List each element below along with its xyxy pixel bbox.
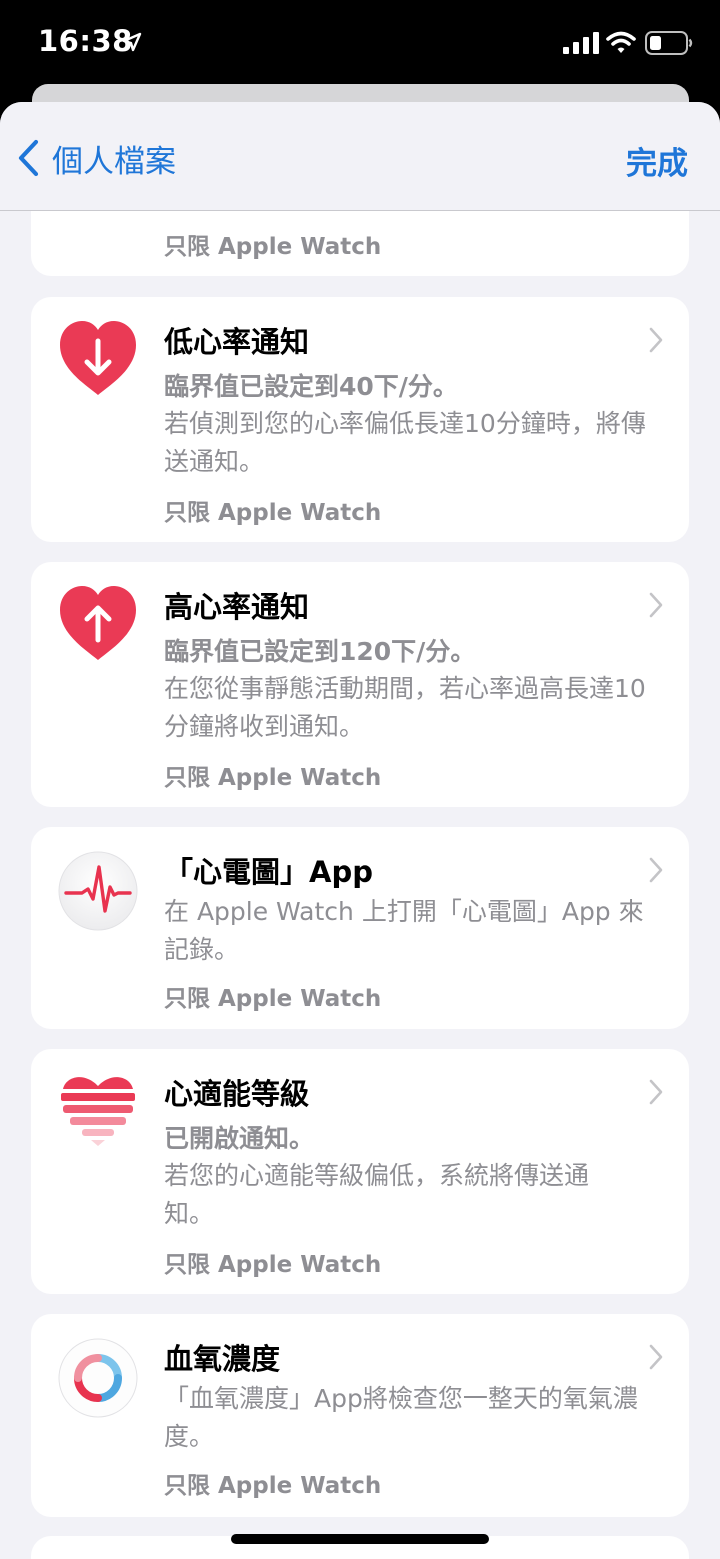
card-description: 若您的心適能等級偏低，系統將傳送通知。 <box>164 1161 590 1228</box>
back-button[interactable]: 個人檔案 <box>16 138 176 180</box>
battery-icon <box>645 31 693 55</box>
cardio-fitness-card[interactable]: 心適能等級 已開啟通知。 若您的心適能等級偏低，系統將傳送通知。 只限 Appl… <box>31 1049 689 1294</box>
card-title: 「心電圖」App <box>164 855 373 889</box>
only-apple-watch-label: 只限 Apple Watch <box>164 986 382 1012</box>
cellular-signal-icon <box>563 32 599 54</box>
status-bar: 16:38 <box>0 0 720 90</box>
only-apple-watch-label: 只限 Apple Watch <box>164 234 382 260</box>
ecg-app-card[interactable]: 「心電圖」App 在 Apple Watch 上打開「心電圖」App 來記錄。 … <box>31 827 689 1029</box>
blood-oxygen-card[interactable]: 血氧濃度 「血氧濃度」App將檢查您一整天的氧氣濃度。 只限 Apple Wat… <box>31 1314 689 1517</box>
status-time: 16:38 <box>38 24 133 58</box>
done-button[interactable]: 完成 <box>626 138 688 183</box>
card-description: 在 Apple Watch 上打開「心電圖」App 來記錄。 <box>164 897 644 964</box>
chevron-left-icon <box>18 139 39 177</box>
heart-arrow-down-icon <box>60 321 136 395</box>
only-apple-watch-label: 只限 Apple Watch <box>164 765 382 791</box>
card-description: 在您從事靜態活動期間，若心率過高長達10分鐘將收到通知。 <box>164 674 646 741</box>
heart-arrow-up-icon <box>60 586 136 660</box>
chevron-right-icon <box>649 327 663 353</box>
card-title: 心適能等級 <box>164 1077 310 1111</box>
card-title: 高心率通知 <box>164 590 310 624</box>
chevron-right-icon <box>649 1079 663 1105</box>
cardio-fitness-icon <box>61 1077 135 1146</box>
chevron-right-icon <box>649 1344 663 1370</box>
chevron-right-icon <box>649 592 663 618</box>
card-description: 若偵測到您的心率偏低長達10分鐘時，將傳送通知。 <box>164 409 646 476</box>
modal-sheet: 個人檔案 完成 只限 Apple Watch 低心率通知 臨界值已設定到40下/… <box>0 102 720 1559</box>
card-title: 血氧濃度 <box>164 1342 281 1376</box>
card-title: 低心率通知 <box>164 325 310 359</box>
card-subtitle: 已開啟通知。 <box>164 1124 315 1153</box>
back-button-label: 個人檔案 <box>52 143 176 180</box>
ecg-app-icon <box>58 851 138 931</box>
chevron-right-icon <box>649 857 663 883</box>
wifi-icon <box>606 31 636 53</box>
card-subtitle: 臨界值已設定到120下/分。 <box>164 637 476 666</box>
only-apple-watch-label: 只限 Apple Watch <box>164 1252 382 1278</box>
blood-oxygen-icon <box>58 1338 138 1418</box>
location-arrow-icon <box>122 32 142 52</box>
navigation-bar: 個人檔案 完成 <box>0 102 720 211</box>
low-heart-rate-card[interactable]: 低心率通知 臨界值已設定到40下/分。 若偵測到您的心率偏低長達10分鐘時，將傳… <box>31 297 689 542</box>
only-apple-watch-label: 只限 Apple Watch <box>164 1473 382 1499</box>
card-description: 「血氧濃度」App將檢查您一整天的氧氣濃度。 <box>164 1384 638 1451</box>
home-indicator[interactable] <box>231 1534 489 1544</box>
card-subtitle: 臨界值已設定到40下/分。 <box>164 372 458 401</box>
only-apple-watch-label: 只限 Apple Watch <box>164 500 382 526</box>
high-heart-rate-card[interactable]: 高心率通知 臨界值已設定到120下/分。 在您從事靜態活動期間，若心率過高長達1… <box>31 562 689 807</box>
